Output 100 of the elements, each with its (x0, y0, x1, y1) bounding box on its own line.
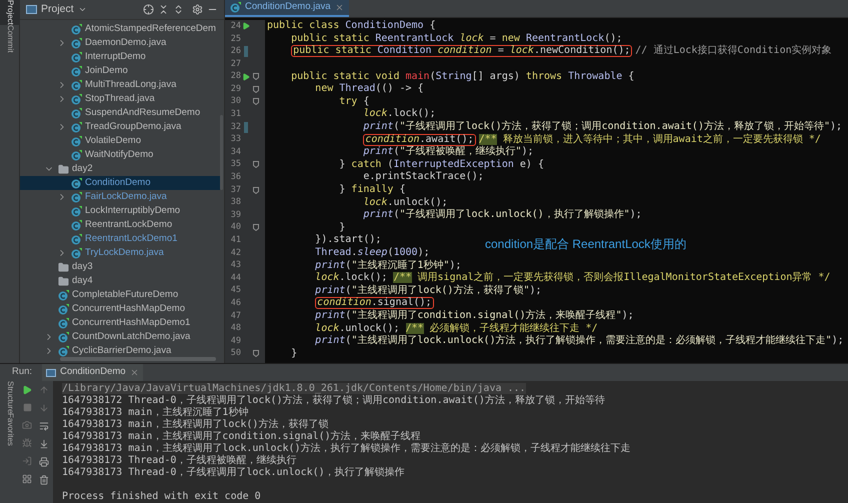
tree-item[interactable]: FairLockDemo.java (20, 190, 220, 204)
class-icon (71, 248, 82, 258)
run-icon[interactable] (242, 72, 250, 81)
login-icon[interactable] (22, 456, 32, 466)
tree-item[interactable]: TreadGroupDemo.java (20, 120, 220, 134)
run-tab[interactable]: ConditionDemo (42, 364, 143, 381)
folder-icon (58, 276, 69, 286)
wrap-icon[interactable] (38, 421, 48, 431)
tree-item[interactable]: ConcurrentHashMapDemo (20, 302, 220, 316)
class-icon (71, 80, 82, 90)
line-number: 40 (230, 221, 241, 234)
tree-item[interactable]: ConcurrentHashMapDemo1 (20, 316, 220, 330)
line-number: 45 (230, 284, 241, 298)
code-text: print("主线程调用了condition.signal()方法，来唤醒子线程"); (315, 310, 634, 321)
console-line: 1647938172 Thread-0，子线程调用了lock()方法，获得了锁；调用condition.await()方法，释放了锁，开始等待 (62, 395, 606, 406)
fold-icon[interactable] (253, 224, 259, 232)
fold-icon[interactable] (253, 161, 259, 168)
line-number: 26 (230, 45, 241, 58)
line-number: 47 (230, 310, 241, 322)
tree-item[interactable]: InterruptDemo (20, 50, 220, 64)
code-text: // 通过Lock接口获得Condition实例对象 (635, 46, 832, 56)
expand-all-icon[interactable] (173, 4, 184, 15)
tree-item[interactable]: day2 (20, 162, 220, 176)
tool-window-tab[interactable]: Structure (0, 381, 20, 414)
arrow-up-icon[interactable] (38, 385, 48, 395)
tree-item[interactable]: CyclicBarrierDemo.java (20, 344, 220, 358)
class-icon (71, 206, 82, 216)
code-text: } (339, 222, 346, 233)
code-text: print("子线程调用了lock()方法，获得了锁；调用condition.await()方法，释放了锁，开始等待"); (363, 122, 842, 132)
caret-icon[interactable] (78, 5, 87, 14)
console-line: 1647938173 main，主线程调用了condition.signal()方法，来唤醒子线程 (62, 431, 422, 442)
tree-item[interactable]: JoinDemo (20, 64, 220, 78)
class-icon (71, 220, 82, 230)
camera-icon[interactable] (22, 420, 32, 430)
fold-icon[interactable] (253, 73, 259, 80)
fold-icon[interactable] (253, 98, 259, 106)
locate-icon[interactable] (143, 4, 154, 15)
tree-item[interactable]: ReentrantLockDemo1 (20, 232, 220, 246)
tree-item[interactable]: day3 (20, 260, 220, 274)
trash-icon[interactable] (38, 475, 48, 485)
tree-item[interactable]: MultiThreadLong.java (20, 78, 220, 92)
console-line: 1647938173 main，主线程沉睡了1秒钟 (62, 407, 250, 418)
line-number: 48 (230, 322, 241, 335)
line-number: 29 (230, 82, 241, 96)
settings-icon[interactable] (192, 4, 203, 15)
tree-item[interactable]: day4 (20, 274, 220, 288)
stop-icon[interactable] (22, 403, 32, 412)
fold-icon[interactable] (253, 350, 259, 358)
fold-icon[interactable] (253, 186, 259, 194)
panel-title[interactable]: Project (41, 2, 74, 18)
line-number: 25 (230, 32, 241, 46)
class-icon (71, 52, 82, 62)
run-icon[interactable] (242, 22, 250, 30)
tool-window-tab[interactable]: Favorites (0, 413, 20, 446)
run-icon[interactable] (22, 385, 32, 395)
bug-icon[interactable] (22, 438, 32, 448)
class-icon (71, 192, 82, 202)
class-icon (71, 178, 82, 188)
code-text: public static ReentrantLock lock = new ReentrantLock(); (291, 34, 622, 44)
collapse-all-icon[interactable] (158, 4, 169, 15)
class-icon (71, 108, 82, 118)
tool-window-tab[interactable]: Commit (0, 24, 20, 52)
tree-item[interactable]: StopThread.java (20, 92, 220, 106)
class-icon (71, 150, 82, 160)
highlighted-code: condition.signal(); (315, 297, 434, 310)
close-icon[interactable] (130, 368, 139, 377)
tree-item[interactable]: SuspendAndResumeDemo (20, 106, 220, 120)
class-icon (58, 304, 69, 314)
layout-icon[interactable] (22, 474, 32, 484)
code-text: public static void main(String[] args) throws Throwable { (291, 72, 634, 82)
tree-item[interactable]: ConditionDemo (20, 176, 220, 190)
class-icon (71, 66, 82, 76)
console-line: 1647938173 main，主线程调用了lock()方法，获得了锁 (62, 419, 330, 430)
tree-item[interactable]: ReentrantLockDemo (20, 218, 220, 232)
fold-icon[interactable] (253, 86, 259, 93)
tree-item[interactable]: CompletableFutureDemo (20, 288, 220, 302)
class-icon (71, 234, 82, 244)
line-number: 38 (230, 196, 241, 209)
scroll-to-end-icon[interactable] (38, 439, 48, 449)
line-number: 37 (230, 184, 241, 196)
code-text: print("主线程调用了lock()方法，获得了锁"); (315, 286, 542, 296)
tree-item[interactable]: TryLockDemo.java (20, 246, 220, 260)
tool-window-tab[interactable]: Project (0, 0, 20, 25)
tree-item[interactable]: WaitNotifyDemo (20, 148, 220, 162)
printer-icon[interactable] (38, 457, 48, 467)
folder-icon (58, 262, 69, 272)
close-icon[interactable] (334, 3, 344, 12)
arrow-down-icon[interactable] (38, 403, 48, 413)
tree-item[interactable]: VolatileDemo (20, 134, 220, 148)
class-icon (71, 136, 82, 146)
tree-item[interactable]: DaemonDemo.java (20, 36, 220, 50)
highlighted-code: condition.await(); (363, 134, 476, 146)
code-text: print("子线程调用了lock.unlock()，执行了解锁操作"); (363, 210, 642, 220)
editor-tab[interactable]: ConditionDemo.java (225, 0, 349, 17)
line-number: 49 (230, 334, 241, 348)
line-number: 46 (230, 296, 241, 310)
code-text: print("子线程被唤醒，继续执行"); (363, 147, 534, 158)
tree-item[interactable]: AtomicStampedReferenceDem (20, 22, 220, 36)
tree-item[interactable]: LockInterruptiblyDemo (20, 204, 220, 218)
tree-item[interactable]: CountDownLatchDemo.java (20, 330, 220, 344)
